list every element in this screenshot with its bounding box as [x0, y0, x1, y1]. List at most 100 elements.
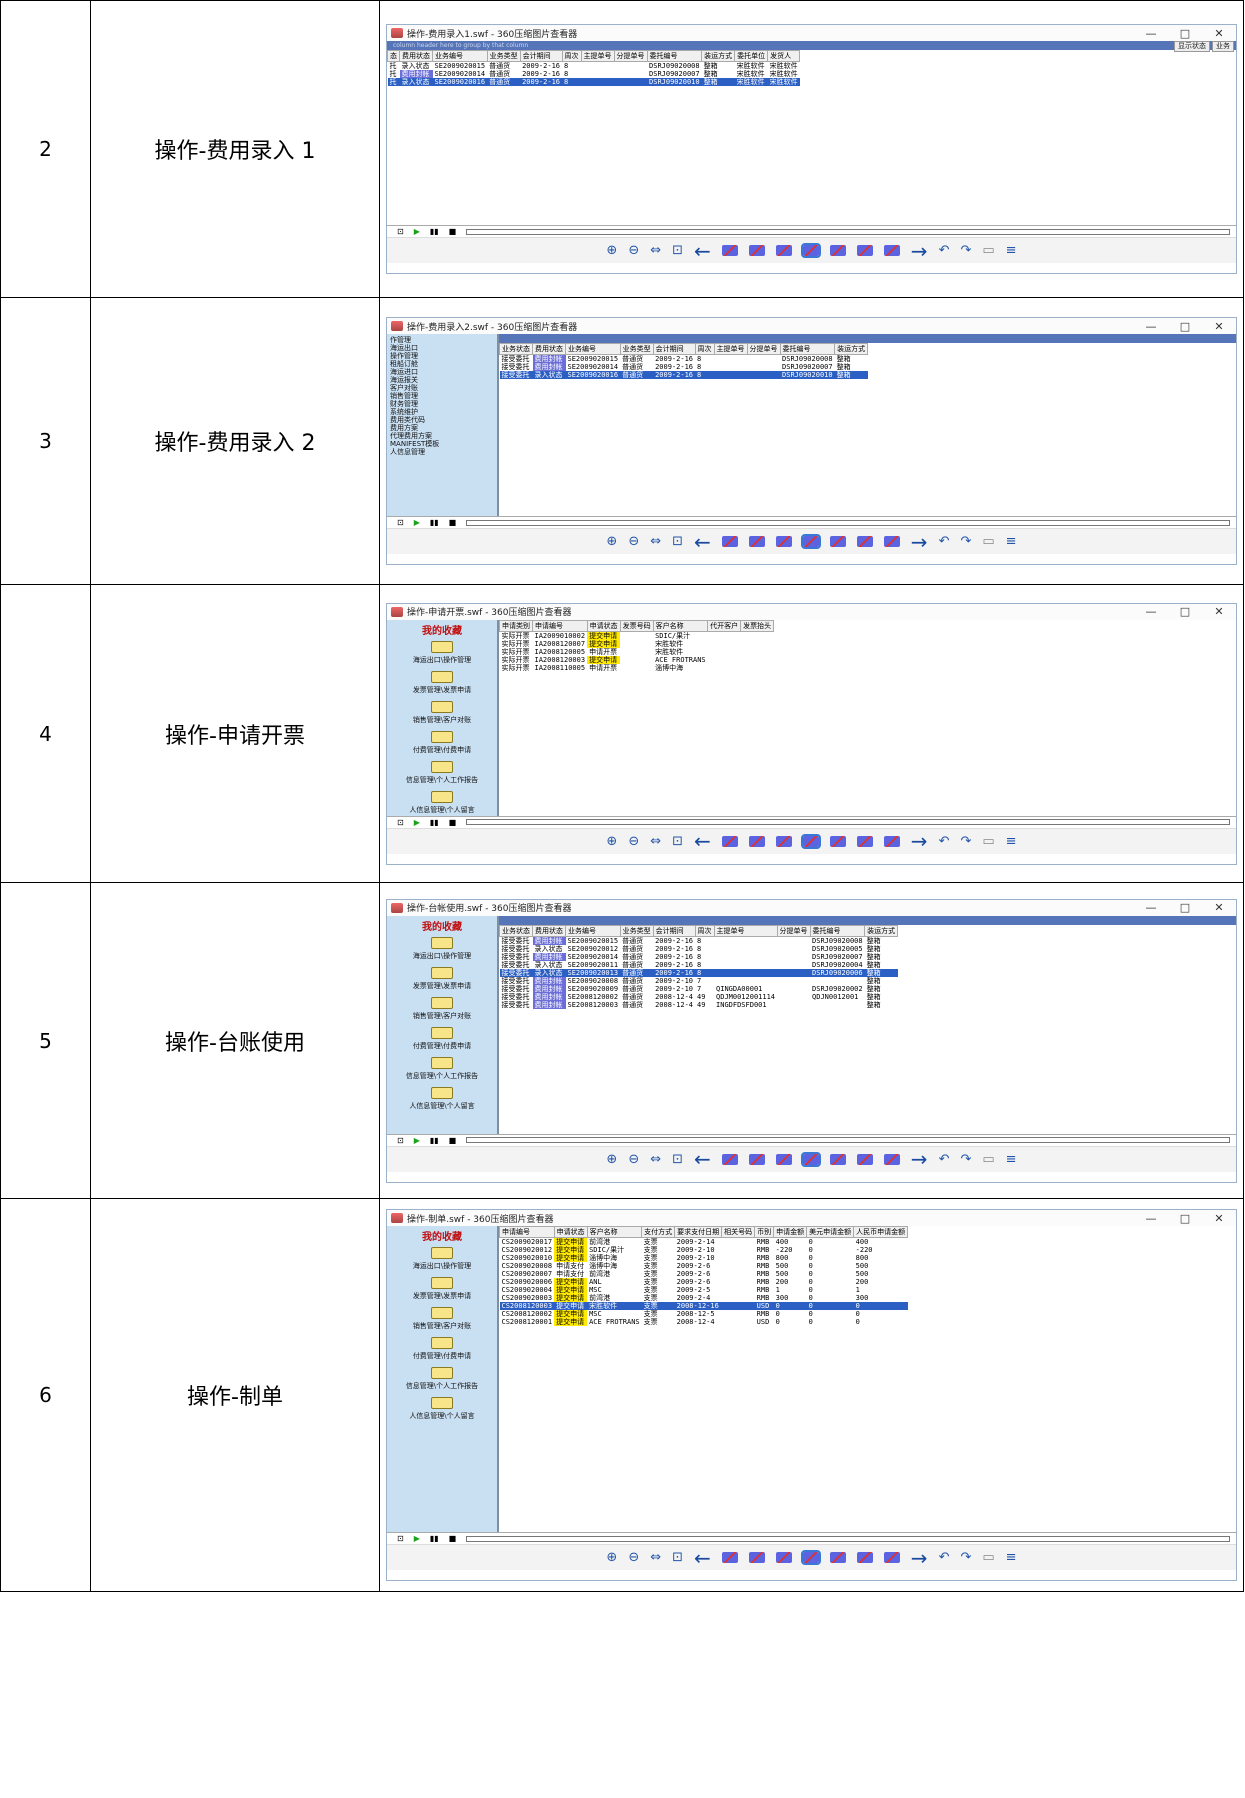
column-header[interactable]: 费用状态: [532, 924, 566, 937]
grid-cell[interactable]: 普通货: [620, 945, 653, 953]
grid-cell[interactable]: 2008-12-4: [675, 1318, 722, 1326]
table-row[interactable]: 接受委托 费用封帐 SE2009020014 普通货 2009-2-16 8 DSRJ090…: [500, 952, 898, 961]
grid-cell[interactable]: [714, 953, 777, 961]
grid-cell[interactable]: [741, 631, 774, 640]
grid-cell[interactable]: SE2009020015: [566, 936, 621, 945]
grid-cell[interactable]: [708, 656, 741, 664]
column-header[interactable]: 币别: [754, 1226, 775, 1238]
grid-cell[interactable]: 录入状态: [400, 62, 433, 71]
seek-track[interactable]: [466, 1137, 1230, 1143]
grid-cell[interactable]: SE2009020014: [566, 953, 621, 961]
seek-track[interactable]: [466, 228, 1230, 235]
grid-cell[interactable]: [722, 1294, 755, 1302]
grid-cell[interactable]: 普通货: [487, 70, 520, 78]
thumbnail-icon[interactable]: [721, 1552, 738, 1563]
thumbnail-icon[interactable]: [800, 1151, 821, 1167]
grid-cell[interactable]: 费用封帐: [532, 1000, 566, 1009]
grid-cell[interactable]: 1: [854, 1286, 908, 1294]
grid-cell[interactable]: 2009-2-10: [675, 1246, 722, 1254]
favorite-item[interactable]: 信息管理\个人工作报告: [390, 760, 494, 785]
column-header[interactable]: 委托编号: [779, 343, 836, 355]
grid-cell[interactable]: RMB: [755, 1310, 774, 1318]
favorite-item[interactable]: 付费管理\付费申请: [390, 730, 494, 755]
zoom-out-icon[interactable]: ⊖: [628, 534, 639, 549]
seek-track[interactable]: [466, 1535, 1230, 1542]
grid-cell[interactable]: 200: [774, 1278, 807, 1286]
column-header[interactable]: 申请类别: [499, 619, 533, 632]
pause-icon[interactable]: ▮▮: [430, 227, 439, 236]
thumbnail-icon[interactable]: [856, 245, 873, 256]
thumbnail-icon[interactable]: [883, 245, 900, 256]
grid-cell[interactable]: 2009-2-16: [520, 78, 563, 86]
grid-cell[interactable]: 提交申请: [587, 631, 621, 640]
grid-cell[interactable]: 支票: [642, 1286, 675, 1294]
thumbnail-icon[interactable]: [800, 243, 821, 258]
grid-cell[interactable]: 8: [562, 62, 581, 71]
grid-cell[interactable]: 8: [562, 78, 582, 86]
tree-item[interactable]: 代理费用方案: [390, 432, 494, 440]
thumbnail-icon[interactable]: [721, 245, 738, 256]
thumbnail-icon[interactable]: [800, 833, 821, 849]
grid-cell[interactable]: 2009-2-10: [653, 985, 695, 993]
grid-cell[interactable]: 普通货: [487, 78, 521, 86]
grid-cell[interactable]: MSC: [587, 1310, 642, 1318]
table-row[interactable]: 实际开票 IA2008120003 提交申请 ACE FROTRANS: [500, 655, 774, 664]
zoom-in-icon[interactable]: ⊕: [606, 1152, 617, 1167]
table-row[interactable]: CS2009020006 提交申请 ANL 支票 2009-2-6 RMB 200 0 200: [500, 1278, 908, 1286]
close-icon[interactable]: ✕: [1202, 1212, 1236, 1225]
grid-cell[interactable]: DSRJ09020008: [647, 62, 702, 71]
grid-cell[interactable]: SDIC/果汁: [653, 631, 708, 640]
grid-cell[interactable]: 0: [774, 1318, 807, 1326]
table-row[interactable]: 实际开票 IA2008120005 申请开票 宋胜软件: [500, 648, 774, 656]
column-header[interactable]: 申请状态: [586, 619, 621, 632]
grid-cell[interactable]: CS2009020010: [500, 1254, 555, 1262]
grid-cell[interactable]: 2009-2-16: [653, 363, 695, 371]
grid-cell[interactable]: [777, 985, 810, 993]
grid-cell[interactable]: RMB: [755, 1270, 774, 1278]
grid-cell[interactable]: USD: [754, 1302, 774, 1310]
column-header[interactable]: 业务类型: [619, 924, 654, 937]
grid-cell[interactable]: 2009-2-16: [653, 355, 695, 364]
grid-cell[interactable]: SE2009020009: [566, 985, 621, 993]
favorite-item[interactable]: 人信息管理\个人留言: [390, 1086, 494, 1111]
seek-track[interactable]: [466, 519, 1230, 526]
delete-icon[interactable]: ▭: [982, 1152, 994, 1167]
grid-cell[interactable]: ANL: [587, 1278, 642, 1286]
column-header[interactable]: 装运方式: [834, 343, 869, 355]
column-header[interactable]: 美元申请金额: [806, 1226, 855, 1238]
column-header[interactable]: 申请编号: [499, 1226, 555, 1238]
fit-icon[interactable]: ⇔: [650, 243, 661, 258]
grid-cell[interactable]: 2009-2-6: [675, 1262, 722, 1270]
grid-cell[interactable]: [722, 1262, 755, 1270]
prev-icon[interactable]: ←: [694, 1546, 711, 1570]
next-icon[interactable]: →: [911, 829, 928, 853]
grid-cell[interactable]: 0: [807, 1318, 854, 1326]
grid-cell[interactable]: 8: [695, 961, 714, 969]
grid-cell[interactable]: 2009-2-10: [675, 1254, 722, 1262]
edit-icon[interactable]: ≡: [1006, 1550, 1017, 1565]
column-header[interactable]: 业务状态: [499, 924, 533, 937]
column-header[interactable]: 分提单号: [776, 924, 811, 937]
grid-cell[interactable]: DSRJ09020007: [810, 953, 865, 961]
favorite-item[interactable]: 销售管理\客户对账: [390, 1307, 494, 1331]
grid-cell[interactable]: 整箱: [702, 70, 735, 78]
rotate-right-icon[interactable]: ↷: [960, 1550, 971, 1565]
table-row[interactable]: 接受委托 录入状态 SE2009020013 普通货 2009-2-16 8 DSRJ090…: [499, 968, 898, 977]
column-header[interactable]: 代开客户: [707, 619, 742, 632]
grid-cell[interactable]: 整箱: [865, 936, 898, 945]
grid-cell[interactable]: 普通货: [620, 968, 654, 977]
grid-cell[interactable]: [777, 968, 811, 977]
grid-cell[interactable]: 前湾港: [587, 1238, 642, 1247]
grid-cell[interactable]: 接受委托: [500, 993, 533, 1001]
record-icon[interactable]: ⊡: [397, 1534, 404, 1543]
close-icon[interactable]: ✕: [1202, 27, 1236, 40]
zoom-in-icon[interactable]: ⊕: [606, 834, 617, 849]
column-header[interactable]: 周次: [694, 343, 715, 355]
grid-cell[interactable]: 宋胜软件: [768, 70, 800, 78]
table-row[interactable]: CS2008120001 提交申请 ACE FROTRANS 支票 2008-12-4 U…: [500, 1318, 908, 1326]
play-icon[interactable]: ▶: [414, 1136, 420, 1145]
grid-cell[interactable]: CS2009020007: [500, 1270, 555, 1278]
close-icon[interactable]: ✕: [1202, 605, 1236, 618]
column-header[interactable]: 态: [387, 50, 400, 62]
pause-icon[interactable]: ▮▮: [430, 1534, 439, 1543]
